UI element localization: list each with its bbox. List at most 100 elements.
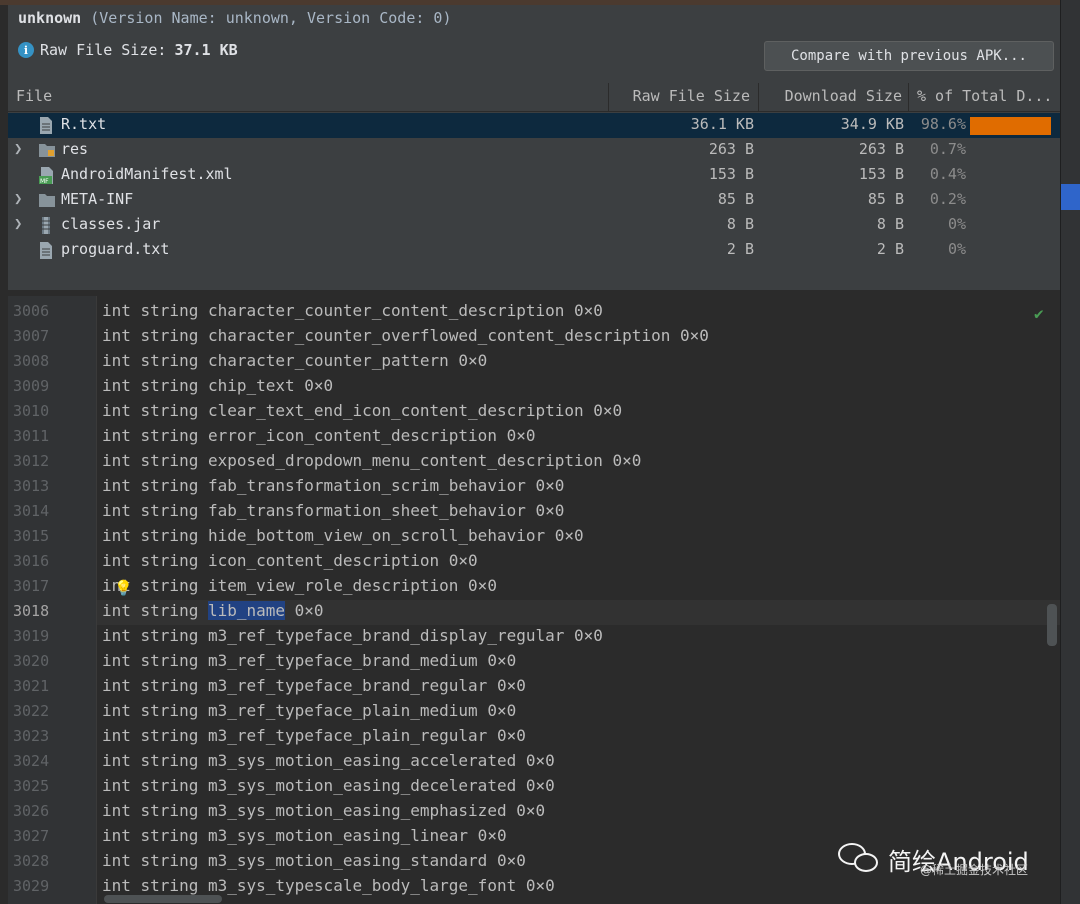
table-row[interactable]: R.txt 36.1 KB 34.9 KB 98.6% [8, 113, 1060, 138]
column-file[interactable]: File [8, 83, 609, 111]
raw-file-size: 2 B [726, 240, 754, 258]
download-size: 8 B [876, 215, 904, 233]
line-number: 3017 [13, 577, 50, 595]
code-line[interactable]: int string lib_name 0×0 [102, 601, 324, 620]
code-line[interactable]: int string m3_sys_typescale_body_large_f… [102, 876, 555, 895]
column-download-size[interactable]: Download Size [759, 83, 909, 111]
download-size: 34.9 KB [840, 115, 904, 133]
code-line[interactable]: int string m3_ref_typeface_brand_display… [102, 626, 603, 645]
code-line[interactable]: int string m3_sys_motion_easing_standard… [102, 851, 526, 870]
line-number: 3027 [13, 827, 50, 845]
code-line[interactable]: int string m3_sys_motion_easing_emphasiz… [102, 801, 545, 820]
line-number: 3024 [13, 752, 50, 770]
checkmark-icon: ✔ [1034, 304, 1044, 323]
table-row[interactable]: ❯ classes.jar 8 B 8 B 0% [8, 213, 1060, 238]
code-line[interactable]: int string fab_transformation_scrim_beha… [102, 476, 564, 495]
text-file-icon [39, 242, 55, 259]
svg-text:MF: MF [40, 178, 49, 184]
code-line[interactable]: int string m3_sys_motion_easing_linear 0… [102, 826, 507, 845]
column-percent-total[interactable]: % of Total D... [909, 83, 1060, 111]
code-line[interactable]: int string fab_transformation_sheet_beha… [102, 501, 564, 520]
code-text: int string [102, 601, 208, 620]
raw-file-size: 85 B [717, 190, 754, 208]
code-line[interactable]: int string m3_ref_typeface_brand_regular… [102, 676, 526, 695]
file-name: META-INF [61, 190, 134, 208]
line-number: 3025 [13, 777, 50, 795]
line-number: 3028 [13, 852, 50, 870]
chevron-right-icon[interactable]: ❯ [14, 216, 28, 234]
raw-file-size: 8 B [726, 215, 754, 233]
apk-file-table: File Raw File Size Download Size % of To… [8, 83, 1060, 290]
line-number: 3023 [13, 727, 50, 745]
file-name: res [61, 140, 89, 158]
percent-total: 98.6% [920, 115, 966, 133]
file-name: classes.jar [61, 215, 161, 233]
code-line[interactable]: int string exposed_dropdown_menu_content… [102, 451, 641, 470]
apk-title: unknown (Version Name: unknown, Version … [18, 9, 451, 27]
horizontal-scrollbar[interactable] [104, 895, 222, 903]
line-number: 3016 [13, 552, 50, 570]
line-number: 3009 [13, 377, 50, 395]
download-size: 2 B [876, 240, 904, 258]
code-line[interactable]: int string chip_text 0×0 [102, 376, 333, 395]
table-row[interactable]: proguard.txt 2 B 2 B 0% [8, 238, 1060, 263]
line-number: 3008 [13, 352, 50, 370]
left-tool-gutter [0, 40, 8, 900]
code-line[interactable]: int string m3_sys_motion_easing_accelera… [102, 751, 555, 770]
download-size: 85 B [867, 190, 904, 208]
line-number: 3012 [13, 452, 50, 470]
code-text: 0×0 [285, 601, 324, 620]
wechat-logo-icon [838, 841, 882, 877]
table-row[interactable]: ❯ META-INF 85 B 85 B 0.2% [8, 188, 1060, 213]
raw-size-label: Raw File Size: [40, 41, 167, 59]
size-bar [970, 117, 1051, 135]
table-row[interactable]: MF AndroidManifest.xml 153 B 153 B 0.4% [8, 163, 1060, 188]
code-line[interactable]: int string m3_sys_motion_easing_decelera… [102, 776, 555, 795]
line-number: 3011 [13, 427, 50, 445]
percent-total: 0.2% [929, 190, 966, 208]
line-number: 3015 [13, 527, 50, 545]
file-name: R.txt [61, 115, 107, 133]
code-line[interactable]: int string clear_text_end_icon_content_d… [102, 401, 622, 420]
percent-total: 0.4% [929, 165, 966, 183]
line-number: 3021 [13, 677, 50, 695]
code-line[interactable]: int string error_icon_content_descriptio… [102, 426, 535, 445]
raw-file-size: 36.1 KB [690, 115, 754, 133]
code-line[interactable]: int string character_counter_pattern 0×0 [102, 351, 487, 370]
code-line[interactable]: int string m3_ref_typeface_plain_regular… [102, 726, 526, 745]
line-number: 3022 [13, 702, 50, 720]
code-line[interactable]: int string character_counter_content_des… [102, 301, 603, 320]
selected-text[interactable]: lib_name [207, 601, 286, 620]
chevron-right-icon[interactable]: ❯ [14, 141, 28, 159]
column-raw-size[interactable]: Raw File Size [609, 83, 759, 111]
resource-folder-icon [39, 142, 55, 159]
watermark-sub: @稀土掘金技术社区 [920, 863, 1029, 877]
compare-button[interactable]: Compare with previous APK... [764, 41, 1054, 71]
right-tool-gutter[interactable] [1060, 0, 1080, 904]
line-number: 3018 [13, 602, 50, 620]
app-name: unknown [18, 9, 82, 27]
line-number-gutter: 3006 3007 3008 3009 3010 3011 3012 3013 3014 3015… [8, 296, 97, 904]
version-info: (Version Name: unknown, Version Code: 0) [90, 9, 452, 27]
table-row[interactable]: ❯ res 263 B 263 B 0.7% [8, 138, 1060, 163]
code-line[interactable]: int string hide_bottom_view_on_scroll_be… [102, 526, 584, 545]
line-number: 3006 [13, 302, 50, 320]
lightbulb-icon[interactable]: 💡 [114, 579, 133, 597]
raw-size-value: 37.1 KB [174, 41, 238, 59]
table-header: File Raw File Size Download Size % of To… [8, 83, 1060, 112]
code-line[interactable]: int string item_view_role_description 0×… [102, 576, 497, 595]
code-line[interactable]: int string m3_ref_typeface_plain_medium … [102, 701, 516, 720]
raw-file-size: 153 B [708, 165, 754, 183]
code-line[interactable]: int string icon_content_description 0×0 [102, 551, 478, 570]
line-number: 3026 [13, 802, 50, 820]
code-editor[interactable]: 3006 3007 3008 3009 3010 3011 3012 3013 3014 3015… [8, 296, 1060, 904]
code-line[interactable]: int string character_counter_overflowed_… [102, 326, 709, 345]
vertical-scrollbar[interactable] [1047, 604, 1057, 646]
file-name: proguard.txt [61, 240, 170, 258]
right-gutter-selection [1061, 184, 1080, 210]
chevron-right-icon[interactable]: ❯ [14, 191, 28, 209]
percent-total: 0% [947, 240, 966, 258]
file-name: AndroidManifest.xml [61, 165, 233, 183]
line-number: 3010 [13, 402, 50, 420]
code-line[interactable]: int string m3_ref_typeface_brand_medium … [102, 651, 516, 670]
